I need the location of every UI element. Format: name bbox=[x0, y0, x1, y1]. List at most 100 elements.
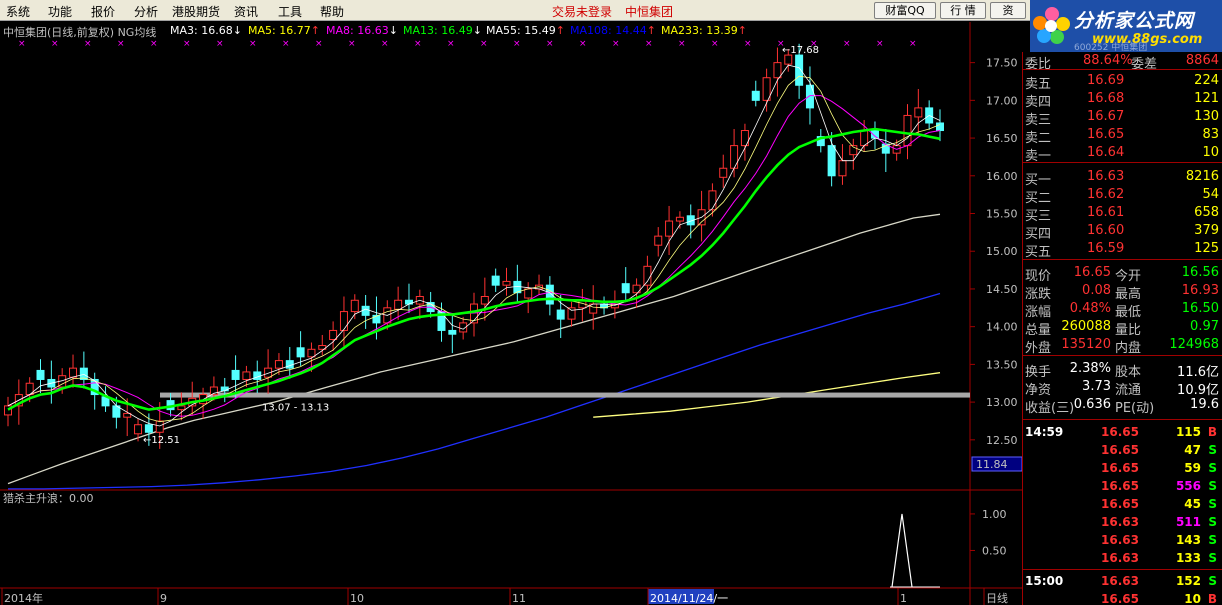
ask-volume: 10 bbox=[1202, 145, 1219, 160]
candle-body bbox=[36, 369, 45, 380]
ask-price: 16.65 bbox=[1087, 127, 1125, 142]
signal-marker: × bbox=[744, 39, 752, 49]
tick-price: 16.63 bbox=[1101, 574, 1139, 588]
market-button[interactable]: 行 情 bbox=[940, 2, 986, 19]
stat-value: 0.97 bbox=[1190, 319, 1219, 334]
support-band bbox=[160, 392, 970, 398]
tick-row: 16.63 143 S bbox=[1023, 532, 1222, 550]
signal-marker: × bbox=[381, 39, 389, 49]
tick-price: 16.65 bbox=[1101, 479, 1139, 493]
candle-body bbox=[730, 145, 739, 169]
ask-row: 卖四 16.68 121 bbox=[1023, 90, 1222, 110]
menu-function[interactable]: 功能 bbox=[48, 3, 72, 20]
bid-row: 买三 16.61 658 bbox=[1023, 204, 1222, 224]
tick-volume: 152 bbox=[1175, 574, 1201, 588]
quote-separator bbox=[1023, 569, 1222, 570]
bid-volume: 54 bbox=[1202, 187, 1219, 202]
candle-body bbox=[339, 311, 348, 331]
tick-volume: 511 bbox=[1175, 515, 1201, 529]
candle-body bbox=[675, 216, 684, 222]
trade-login-status[interactable]: 交易未登录 bbox=[552, 3, 612, 20]
info-row: 净资 3.73 流通 10.9亿 bbox=[1023, 378, 1222, 398]
menu-analysis[interactable]: 分析 bbox=[134, 3, 158, 20]
logo-site-name: 分析家公式网 bbox=[1074, 10, 1195, 32]
stat-row: 涨幅 0.48% 最低 16.50 bbox=[1023, 300, 1222, 320]
signal-marker: × bbox=[909, 39, 917, 49]
signal-marker: × bbox=[183, 39, 191, 49]
info-value: 19.6 bbox=[1190, 397, 1219, 412]
candle-body bbox=[621, 283, 630, 294]
tick-price: 16.65 bbox=[1101, 461, 1139, 475]
menu-help[interactable]: 帮助 bbox=[320, 3, 344, 20]
tick-side: B bbox=[1207, 425, 1217, 439]
tick-row: 16.63 511 S bbox=[1023, 514, 1222, 532]
signal-marker: × bbox=[348, 39, 356, 49]
stat-value: 16.65 bbox=[1073, 265, 1111, 280]
x-tick-label: 2014年 bbox=[4, 591, 43, 605]
stat-value: 16.50 bbox=[1181, 301, 1219, 316]
tick-side: S bbox=[1208, 551, 1217, 565]
ask-volume: 83 bbox=[1202, 127, 1219, 142]
tick-row: 14:59 16.65 115 B bbox=[1023, 424, 1222, 442]
y-tick-label: 17.50 bbox=[986, 57, 1018, 70]
signal-marker: × bbox=[678, 39, 686, 49]
weicha-value: 8864 bbox=[1185, 53, 1219, 68]
signal-marker: × bbox=[117, 39, 125, 49]
candle-body bbox=[860, 130, 869, 147]
candle-body bbox=[936, 122, 944, 132]
info-button[interactable]: 资 bbox=[990, 2, 1026, 19]
tick-row: 16.65 59 S bbox=[1023, 460, 1222, 478]
candle-body bbox=[177, 405, 186, 411]
weibi-value: 88.64% bbox=[1083, 53, 1133, 68]
bid-row: 买五 16.59 125 bbox=[1023, 240, 1222, 260]
candle-body bbox=[524, 288, 533, 299]
menu-news[interactable]: 资讯 bbox=[234, 3, 258, 20]
logo-stock-code: 600252 中恒集团 bbox=[1074, 43, 1148, 52]
candle-body bbox=[773, 62, 782, 79]
candle-body bbox=[491, 275, 500, 286]
candle-body bbox=[144, 424, 153, 433]
info-value: 3.73 bbox=[1082, 379, 1111, 394]
info-label: PE(动) bbox=[1115, 401, 1155, 416]
candle-body bbox=[643, 265, 652, 286]
signal-marker: × bbox=[282, 39, 290, 49]
tick-volume: 133 bbox=[1175, 551, 1201, 565]
stat-value: 0.08 bbox=[1082, 283, 1111, 298]
candle-body bbox=[231, 369, 240, 380]
flower-logo-icon bbox=[1033, 7, 1070, 44]
x-tick-label: 9 bbox=[160, 592, 167, 605]
candle-body bbox=[567, 307, 576, 320]
tick-side: S bbox=[1208, 574, 1217, 588]
caifu-qq-button[interactable]: 财富QQ bbox=[874, 2, 936, 19]
ask-row: 卖一 16.64 10 bbox=[1023, 144, 1222, 164]
menu-quote[interactable]: 报价 bbox=[91, 3, 115, 20]
signal-marker: × bbox=[447, 39, 455, 49]
band-annotation: 13.07 - 13.13 bbox=[262, 403, 329, 414]
tick-price: 16.65 bbox=[1101, 592, 1139, 605]
y-tick-label: 13.50 bbox=[986, 358, 1018, 371]
current-stock-name: 中恒集团 bbox=[625, 5, 674, 19]
menu-system[interactable]: 系统 bbox=[6, 3, 30, 20]
candle-body bbox=[795, 54, 804, 86]
y-tick-label: 13.00 bbox=[986, 396, 1018, 409]
candle-body bbox=[784, 54, 793, 65]
y-tick-label: 12.50 bbox=[986, 434, 1018, 447]
stat-value: 16.93 bbox=[1181, 283, 1219, 298]
signal-marker: × bbox=[315, 39, 323, 49]
signal-marker: × bbox=[216, 39, 224, 49]
tick-time: 15:00 bbox=[1025, 574, 1064, 588]
tick-side: S bbox=[1208, 461, 1217, 475]
ind-tick-label: 0.50 bbox=[982, 544, 1007, 557]
kline-chart[interactable]: 17.50 17.00 16.50 16.00 15.50 15.00 14.50 14.00… bbox=[0, 22, 1022, 605]
ask-price: 16.64 bbox=[1087, 145, 1125, 160]
candle-body bbox=[329, 329, 338, 340]
menu-tools[interactable]: 工具 bbox=[278, 3, 302, 20]
tick-volume: 556 bbox=[1175, 479, 1201, 493]
candle-body bbox=[827, 145, 836, 177]
info-value: 2.38% bbox=[1069, 361, 1111, 376]
signal-marker: × bbox=[51, 39, 59, 49]
stat-value: 16.56 bbox=[1181, 265, 1219, 280]
info-value: 0.636 bbox=[1073, 397, 1111, 412]
menu-hk-futures[interactable]: 港股期货 bbox=[172, 3, 220, 20]
tick-row: 16.65 10 B bbox=[1023, 591, 1222, 605]
